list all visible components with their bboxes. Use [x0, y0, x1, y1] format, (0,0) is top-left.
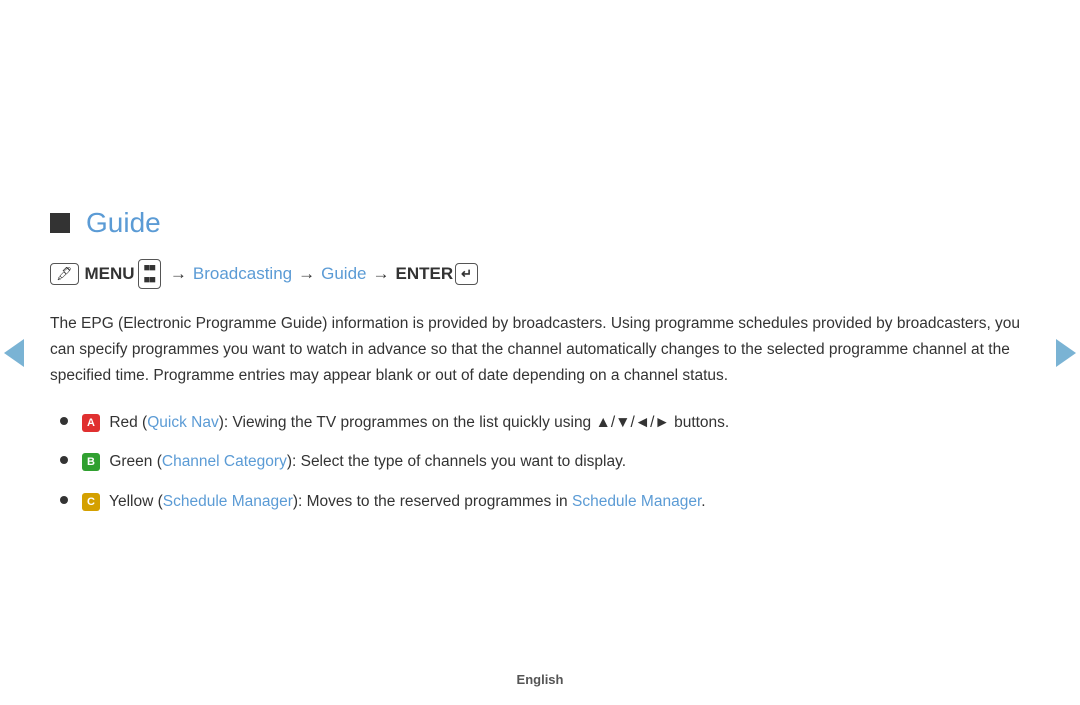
- schedule-manager-link-2[interactable]: Schedule Manager: [572, 493, 701, 510]
- bullet-dot: [60, 456, 68, 464]
- title-row: Guide: [50, 207, 1030, 239]
- enter-label: ENTER ↵: [395, 263, 478, 285]
- bullet-text-3b: .: [701, 493, 705, 510]
- main-content: Guide 🖋 MENU ​ ■■■■ → Broadcasting → Gui…: [50, 177, 1030, 529]
- bullet-content-1: A Red (Quick Nav): Viewing the TV progra…: [82, 410, 1030, 436]
- menu-grid-icon: ​ ■■■■: [138, 259, 161, 289]
- quick-nav-link[interactable]: Quick Nav: [147, 414, 219, 431]
- page-title: Guide: [86, 207, 161, 239]
- bullet-text-1: ): Viewing the TV programmes on the list…: [219, 414, 730, 431]
- key-type-green: Green (: [109, 453, 162, 470]
- bullet-text-3: ): Moves to the reserved programmes in: [293, 493, 572, 510]
- menu-icon-box: 🖋: [50, 263, 79, 285]
- list-item: B Green (Channel Category): Select the t…: [60, 449, 1030, 475]
- broadcasting-link[interactable]: Broadcasting: [193, 264, 292, 284]
- footer-language: English: [517, 672, 564, 687]
- key-badge-green: B: [82, 453, 100, 471]
- bullet-list: A Red (Quick Nav): Viewing the TV progra…: [60, 410, 1030, 515]
- menu-hand-icon: 🖋: [56, 266, 73, 282]
- bullet-dot: [60, 417, 68, 425]
- bullet-dot: [60, 496, 68, 504]
- key-type-yellow: Yellow (: [109, 493, 163, 510]
- list-item: A Red (Quick Nav): Viewing the TV progra…: [60, 410, 1030, 436]
- nav-arrow-right[interactable]: [1052, 328, 1080, 378]
- channel-category-link[interactable]: Channel Category: [162, 453, 287, 470]
- page-container: Guide 🖋 MENU ​ ■■■■ → Broadcasting → Gui…: [0, 0, 1080, 705]
- bullet-content-3: C Yellow (Schedule Manager): Moves to th…: [82, 489, 1030, 515]
- arrow-3: →: [372, 264, 389, 284]
- bullet-content-2: B Green (Channel Category): Select the t…: [82, 449, 1030, 475]
- description-text: The EPG (Electronic Programme Guide) inf…: [50, 311, 1030, 390]
- enter-box: ↵: [455, 263, 478, 285]
- bullet-text-2: ): Select the type of channels you want …: [287, 453, 626, 470]
- guide-link[interactable]: Guide: [321, 264, 366, 284]
- nav-arrow-left[interactable]: [0, 328, 28, 378]
- key-type-red: Red (: [109, 414, 147, 431]
- menu-path: 🖋 MENU ​ ■■■■ → Broadcasting → Guide → E…: [50, 259, 1030, 289]
- arrow-2: →: [298, 264, 315, 284]
- schedule-manager-link-1[interactable]: Schedule Manager: [163, 493, 293, 510]
- title-square-icon: [50, 213, 70, 233]
- key-badge-red: A: [82, 414, 100, 432]
- arrow-1: →: [170, 264, 187, 284]
- key-badge-yellow: C: [82, 493, 100, 511]
- menu-label: MENU: [85, 264, 135, 284]
- list-item: C Yellow (Schedule Manager): Moves to th…: [60, 489, 1030, 515]
- right-arrow-icon: [1056, 339, 1076, 367]
- left-arrow-icon: [4, 339, 24, 367]
